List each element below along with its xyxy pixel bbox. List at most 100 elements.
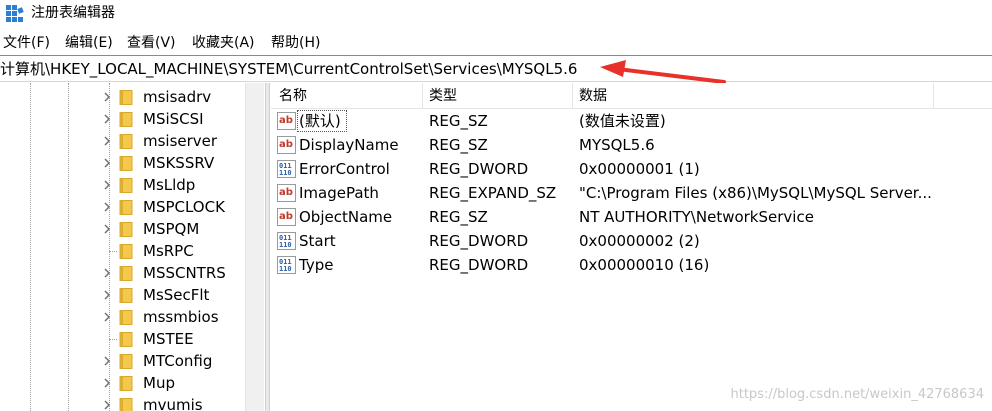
binary-value-icon: 011110 [277,256,296,274]
binary-value-icon: 011110 [277,160,296,178]
address-path[interactable]: 计算机\HKEY_LOCAL_MACHINE\SYSTEM\CurrentCon… [0,60,577,78]
menu-bar: 文件(F) 编辑(E) 查看(V) 收藏夹(A) 帮助(H) [0,31,992,55]
column-header-type[interactable]: 类型 [429,87,457,105]
svg-text:110: 110 [279,169,292,177]
chevron-right-icon[interactable] [102,179,112,191]
tree-item[interactable]: MSPQM [0,218,245,240]
tree-item[interactable]: MSKSSRV [0,152,245,174]
chevron-right-icon[interactable] [102,201,112,213]
menu-edit[interactable]: 编辑(E) [65,34,113,52]
folder-icon [119,90,133,105]
value-name: DisplayName [299,136,399,154]
menu-file[interactable]: 文件(F) [3,34,50,52]
address-bar[interactable]: 计算机\HKEY_LOCAL_MACHINE\SYSTEM\CurrentCon… [0,55,992,82]
string-value-icon: ab [277,208,296,226]
value-type: REG_DWORD [429,256,529,274]
chevron-right-icon[interactable] [102,267,112,279]
svg-text:ab: ab [279,115,293,126]
tree-item[interactable]: MsLldp [0,174,245,196]
tree-item[interactable]: MsRPC [0,240,245,262]
value-row[interactable]: 011 110 Type REG_DWORD 0x00000010 (16) [271,253,992,277]
string-value-icon: ab [277,184,296,202]
list-header: 名称 类型 数据 [271,83,992,109]
chevron-right-icon[interactable] [102,135,112,147]
column-divider[interactable] [933,83,934,109]
tree-item[interactable]: MSSCNTRS [0,262,245,284]
tree-item[interactable]: Mup [0,372,245,394]
chevron-right-icon[interactable] [102,289,112,301]
folder-icon [119,376,133,391]
value-data: (数值未设置) [579,112,666,130]
chevron-right-icon[interactable] [102,113,112,125]
value-name: Start [299,232,336,250]
chevron-right-icon[interactable] [102,223,112,235]
regedit-app-icon [6,5,24,22]
svg-text:110: 110 [279,241,292,249]
folder-icon [119,112,133,127]
value-row[interactable]: 011 110 Start REG_DWORD 0x00000002 (2) [271,229,992,253]
value-type: REG_DWORD [429,232,529,250]
tree-item-label: mssmbios [143,308,219,326]
tree-item[interactable]: MSiSCSI [0,108,245,130]
tree-item[interactable]: mssmbios [0,306,245,328]
tree-item[interactable]: MTConfig [0,350,245,372]
value-row[interactable]: ab ImagePath REG_EXPAND_SZ "C:\Program File… [271,181,992,205]
tree-item-label: MSTEE [143,330,194,348]
tree-item[interactable]: msiserver [0,130,245,152]
column-divider[interactable] [422,83,423,109]
value-row[interactable]: ab DisplayName REG_SZ MYSQL5.6 [271,133,992,157]
string-value-icon: ab [277,136,296,154]
svg-text:ab: ab [279,187,293,198]
chevron-right-icon[interactable] [102,91,112,103]
menu-view[interactable]: 查看(V) [127,34,176,52]
tree-item[interactable]: mvumis [0,394,245,411]
menu-help[interactable]: 帮助(H) [271,34,320,52]
title-bar: 注册表编辑器 [0,0,992,28]
chevron-right-icon[interactable] [102,377,112,389]
folder-icon [119,156,133,171]
folder-icon [119,288,133,303]
tree-item-label: msiserver [143,132,218,150]
value-data: 0x00000010 (16) [579,256,710,274]
tree-item-label: MsRPC [143,242,194,260]
value-row[interactable]: ab (默认) REG_SZ (数值未设置) [271,109,992,133]
value-type: REG_SZ [429,112,488,130]
value-row[interactable]: ab ObjectName REG_SZ NT AUTHORITY\NetworkSe… [271,205,992,229]
value-data: 0x00000001 (1) [579,160,700,178]
tree-item[interactable]: MsSecFlt [0,284,245,306]
chevron-right-icon[interactable] [102,311,112,323]
value-name: ObjectName [299,208,393,226]
value-list-pane[interactable]: 名称 类型 数据 ab (默认) REG_SZ (数值未设置) ab DisplayNam… [271,83,992,411]
value-data: MYSQL5.6 [579,136,655,154]
tree-item[interactable]: msisadrv [0,86,245,108]
tree-item[interactable]: MSPCLOCK [0,196,245,218]
menu-favorites[interactable]: 收藏夹(A) [192,34,255,52]
value-type: REG_EXPAND_SZ [429,184,557,202]
tree-scrollbar[interactable] [245,83,264,411]
tree-guide-line [109,339,117,340]
column-header-name[interactable]: 名称 [279,87,307,105]
folder-icon [119,200,133,215]
tree-item-label: MSPCLOCK [143,198,225,216]
pane-splitter[interactable] [265,83,270,411]
tree-item-label: MsLldp [143,176,196,194]
value-type: REG_SZ [429,136,488,154]
value-name: Type [299,256,334,274]
chevron-right-icon[interactable] [102,157,112,169]
folder-icon [119,354,133,369]
tree-item[interactable]: MSTEE [0,328,245,350]
column-divider[interactable] [572,83,573,109]
chevron-right-icon[interactable] [102,355,112,367]
folder-icon [119,134,133,149]
folder-icon [119,398,133,411]
column-header-data[interactable]: 数据 [579,87,607,105]
tree-item-label: MSPQM [143,220,200,238]
tree-guide-line [109,251,117,252]
string-value-icon: ab [277,112,296,130]
value-row[interactable]: 011 110 ErrorControl REG_DWORD 0x00000001 (1… [271,157,992,181]
chevron-right-icon[interactable] [102,399,112,411]
tree-item-label: msisadrv [143,88,212,106]
key-tree-pane[interactable]: msisadrv MSiSCSI msiserver MSKSSRV MsLldp MSP… [0,83,268,411]
folder-icon [119,222,133,237]
value-name: ImagePath [299,184,379,202]
